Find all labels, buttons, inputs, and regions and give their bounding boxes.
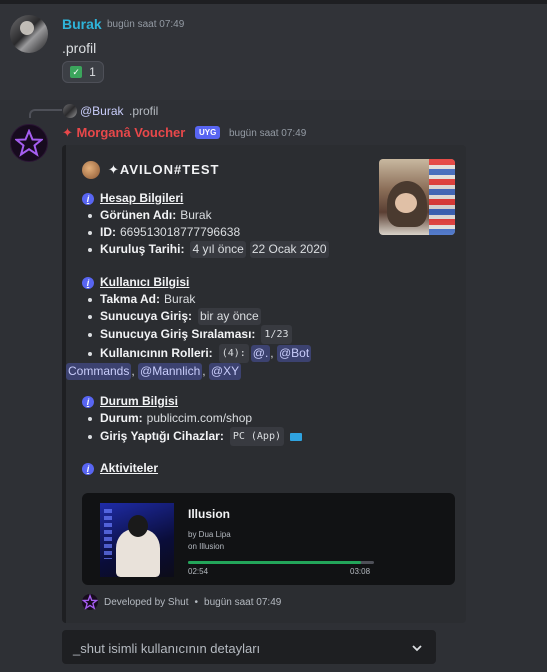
- field-label: Giriş Yaptığı Cihazlar:: [100, 429, 224, 443]
- section-title: Kullanıcı Bilgisi: [100, 275, 190, 289]
- field-label: Sunucuya Giriş Sıralaması:: [100, 327, 256, 341]
- role-mention[interactable]: @.: [250, 345, 271, 362]
- code-value: PC (App): [229, 427, 284, 446]
- info-icon: i: [82, 192, 94, 205]
- field-label: Takma Ad:: [100, 292, 161, 306]
- field-value: 669513018777796638: [120, 225, 241, 239]
- section-title: Hesap Bilgileri: [100, 191, 184, 205]
- star-icon: [15, 129, 43, 157]
- code-value: 1/23: [261, 325, 292, 344]
- footer-text: Developed by Shut: [104, 596, 189, 608]
- field-label: Sunucuya Giriş:: [100, 309, 193, 323]
- field-value: Burak: [180, 208, 212, 222]
- album-cover[interactable]: [100, 503, 174, 577]
- spotify-card[interactable]: Illusion by Dua Lipa on Illusion 02:54 0…: [82, 493, 455, 585]
- avatar[interactable]: [10, 15, 48, 53]
- reaction-button[interactable]: ✓ 1: [62, 61, 104, 83]
- role-mention[interactable]: @XY: [208, 363, 242, 380]
- embed-thumbnail[interactable]: [379, 159, 455, 235]
- embed-author: ✦AVILON#TEST: [82, 161, 220, 179]
- progress-fill: [188, 561, 361, 564]
- elapsed-time: 02:54: [188, 567, 209, 576]
- footer-timestamp: bugün saat 07:49: [204, 596, 282, 608]
- timestamp-pill[interactable]: bir ay önce: [198, 308, 261, 325]
- field-value: Burak: [164, 292, 196, 306]
- field-label: Kuruluş Tarihi:: [100, 242, 185, 256]
- app-badge: UYG: [195, 126, 221, 139]
- laptop-icon: [290, 432, 302, 441]
- bot-username[interactable]: ✦ Morganâ Voucher: [62, 125, 185, 141]
- field-label: Durum:: [100, 411, 143, 425]
- info-icon: i: [82, 462, 94, 475]
- section-title: Aktiviteler: [100, 461, 159, 475]
- section-aktivite: i Aktiviteler: [82, 460, 158, 477]
- select-placeholder: _shut isimli kullanıcının detayları: [73, 641, 261, 656]
- field-label: ID:: [100, 225, 116, 239]
- profile-embed: ✦AVILON#TEST i Hesap Bilgileri Görünen Ad…: [62, 145, 466, 623]
- section-title: Durum Bilgisi: [100, 394, 179, 408]
- message-burak: Burak bugün saat 07:49 .profil ✓ 1: [0, 4, 547, 100]
- reply-text[interactable]: .profil: [129, 104, 158, 118]
- bot-timestamp: bugün saat 07:49: [229, 128, 307, 139]
- username[interactable]: Burak: [62, 16, 102, 32]
- code-value: (4):: [218, 344, 249, 363]
- timestamp-pill[interactable]: 4 yıl önce: [190, 241, 246, 258]
- details-select[interactable]: _shut isimli kullanıcının detayları: [62, 630, 436, 664]
- track-title: Illusion: [188, 507, 230, 521]
- embed-footer: Developed by Shut • bugün saat 07:49: [81, 593, 282, 610]
- progress-bar: [188, 561, 374, 564]
- timestamp: bugün saat 07:49: [107, 19, 185, 30]
- chevron-down-icon: [412, 645, 422, 652]
- section-durum: i Durum Bilgisi Durum: publiccim.com/shop …: [82, 393, 302, 446]
- role-mention[interactable]: @Mannlich: [138, 363, 203, 380]
- section-kullanici: i Kullanıcı Bilgisi Takma Ad: Burak Sunucu…: [66, 275, 312, 380]
- section-hesap: i Hesap Bilgileri Görünen Adı: Burak ID: 66…: [82, 190, 331, 258]
- check-icon: ✓: [70, 66, 83, 78]
- bot-avatar[interactable]: [10, 124, 48, 162]
- footer-separator: •: [194, 596, 199, 608]
- field-value: publiccim.com/shop: [146, 411, 253, 425]
- reply-mention[interactable]: @Burak: [80, 104, 124, 118]
- message-content: .profil: [62, 40, 97, 56]
- info-icon: i: [82, 276, 94, 289]
- track-artist: by Dua Lipa: [188, 530, 231, 539]
- reaction-count: 1: [89, 65, 96, 79]
- track-album: on Illusion: [188, 542, 225, 551]
- info-icon: i: [82, 395, 94, 408]
- star-icon: [81, 593, 99, 610]
- field-label: Görünen Adı:: [100, 208, 177, 222]
- total-time: 03:08: [350, 567, 371, 576]
- author-name: ✦AVILON#TEST: [108, 162, 220, 177]
- reply-avatar[interactable]: [63, 104, 77, 118]
- timestamp-pill[interactable]: 22 Ocak 2020: [249, 241, 329, 258]
- author-icon: [82, 161, 100, 179]
- field-label: Kullanıcının Rolleri:: [100, 346, 213, 360]
- reply-connector: [29, 109, 62, 118]
